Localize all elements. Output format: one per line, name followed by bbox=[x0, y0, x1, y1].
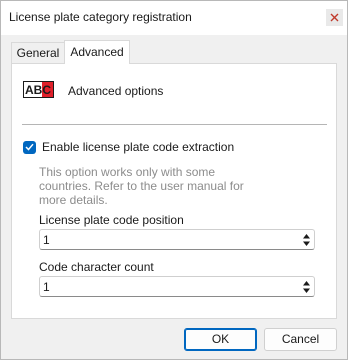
close-button[interactable] bbox=[326, 9, 343, 26]
license-plate-logo: ABC bbox=[23, 81, 54, 98]
logo-text: ABC bbox=[25, 83, 51, 97]
char-count-label: Code character count bbox=[39, 260, 154, 274]
separator bbox=[22, 124, 327, 125]
enable-extraction-checkbox[interactable] bbox=[23, 140, 36, 154]
window-title: License plate category registration bbox=[9, 10, 192, 24]
spin-arrows-icon[interactable] bbox=[302, 280, 311, 294]
ok-button[interactable]: OK bbox=[184, 328, 257, 351]
close-icon bbox=[330, 13, 339, 22]
tab-general[interactable]: General bbox=[11, 42, 65, 63]
help-text: This option works only with some countri… bbox=[39, 165, 244, 207]
title-bar: License plate category registration bbox=[1, 1, 347, 35]
tab-advanced[interactable]: Advanced bbox=[64, 40, 130, 64]
dialog-window: License plate category registration Gene… bbox=[0, 0, 348, 360]
enable-extraction-label: Enable license plate code extraction bbox=[42, 140, 235, 154]
code-position-label: License plate code position bbox=[39, 213, 184, 227]
advanced-panel: ABC Advanced options Enable license plat… bbox=[11, 63, 337, 319]
code-position-stepper[interactable]: 1 bbox=[39, 229, 315, 250]
enable-extraction-row[interactable]: Enable license plate code extraction bbox=[23, 140, 234, 154]
cancel-button[interactable]: Cancel bbox=[264, 328, 337, 351]
spin-arrows-icon[interactable] bbox=[302, 233, 311, 247]
char-count-stepper[interactable]: 1 bbox=[39, 276, 315, 297]
section-title: Advanced options bbox=[68, 84, 164, 98]
checkmark-icon bbox=[25, 143, 34, 151]
char-count-value: 1 bbox=[43, 280, 50, 294]
code-position-value: 1 bbox=[43, 233, 50, 247]
